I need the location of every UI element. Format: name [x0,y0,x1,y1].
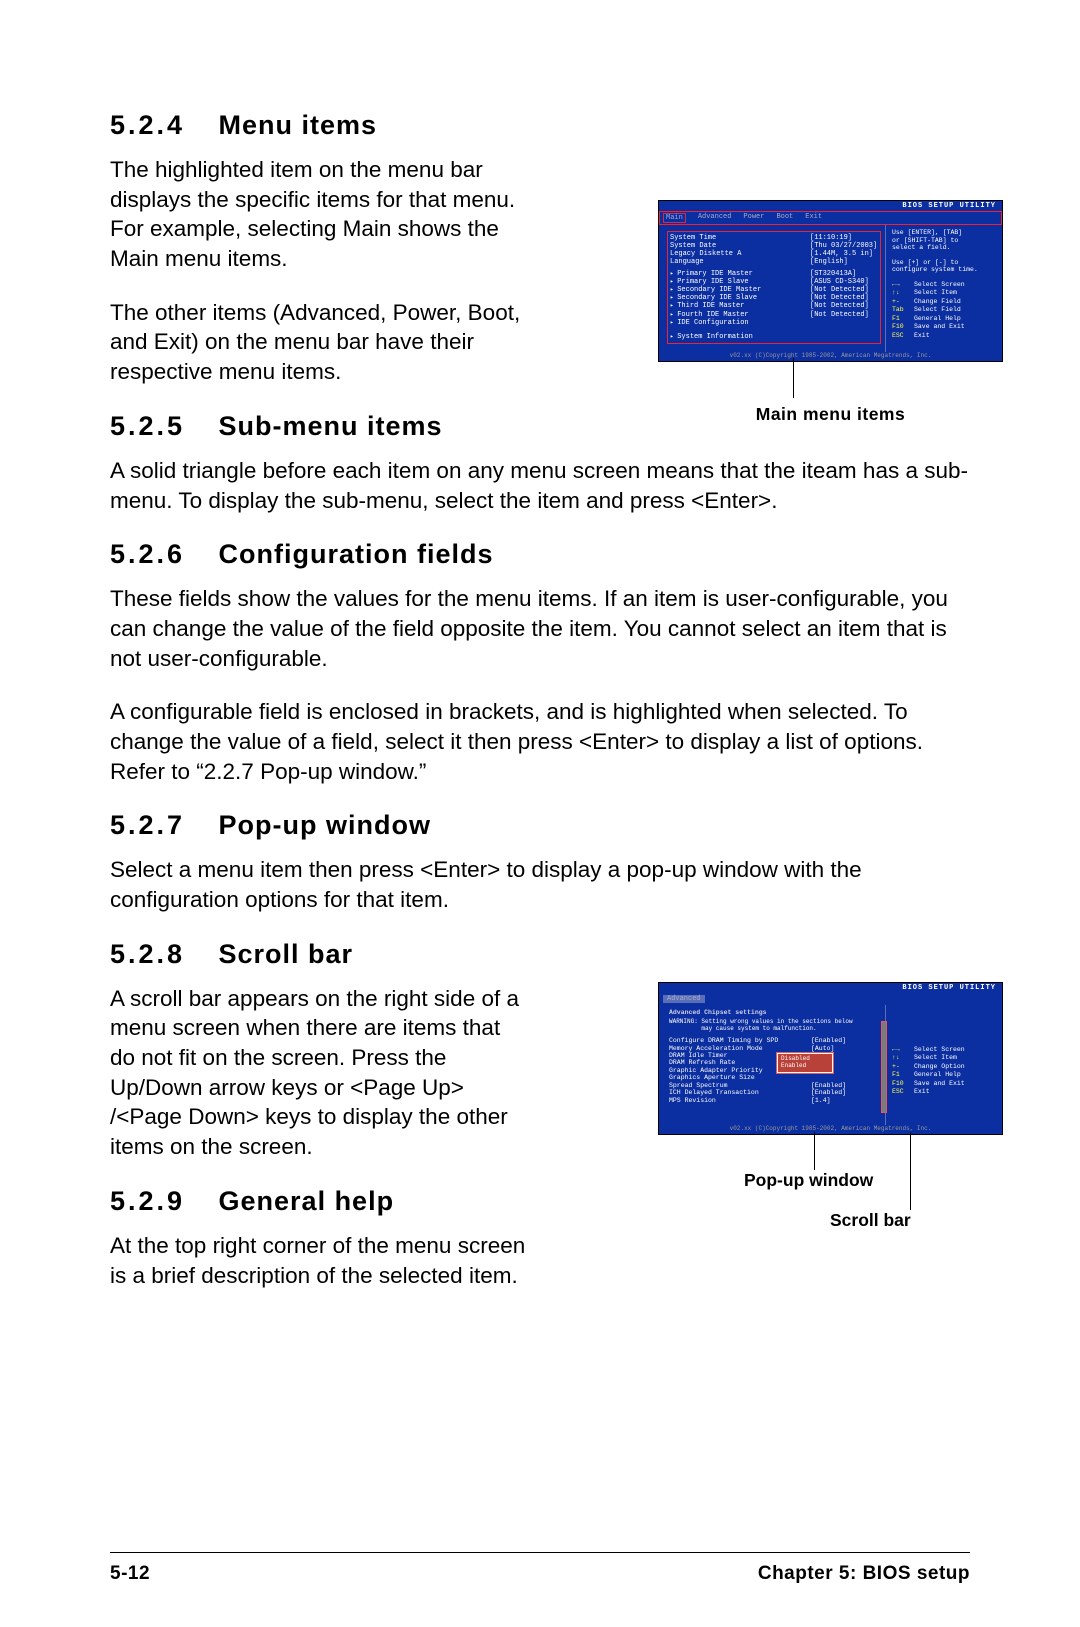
bios-help-pane: Use [ENTER], [TAB] or [SHIFT-TAB] to sel… [885,225,1002,352]
page-number: 5-12 [110,1563,150,1585]
bios-title: BIOS SETUP UTILITY [659,201,1002,211]
bios-tab-active: Advanced [663,995,705,1003]
help-text: Use [ENTER], [TAB] or [SHIFT-TAB] to sel… [892,229,996,274]
paragraph: The other items (Advanced, Power, Boot, … [110,298,530,387]
bios-tab: Boot [776,213,793,223]
paragraph: A solid triangle before each item on any… [110,456,970,515]
heading-num: 5.2.8 [110,939,210,970]
callout-line [793,358,794,398]
paragraph: These fields show the values for the men… [110,584,970,673]
bios-tab: Main [663,213,686,223]
warning-text: WARNING: Setting wrong values in the sec… [669,1019,879,1033]
heading-title: Pop-up window [219,810,431,840]
panel-heading: Advanced Chipset settings [669,1009,879,1016]
bios-tab: Power [743,213,764,223]
bios-footer: v02.xx (C)Copyright 1985-2002, American … [659,352,1002,361]
paragraph: A configurable field is enclosed in brac… [110,697,970,786]
heading-title: Configuration fields [219,539,494,569]
heading-527: 5.2.7 Pop-up window [110,810,970,841]
paragraph: A scroll bar appears on the right side o… [110,984,530,1162]
page-content: 5.2.4 Menu items The highlighted item on… [110,110,970,1314]
figure-popup-scrollbar: BIOS SETUP UTILITY Advanced Advanced Chi… [658,982,1003,1135]
bios-footer: v02.xx (C)Copyright 1985-2002, American … [659,1125,1002,1134]
bios-left-pane: Advanced Chipset settings WARNING: Setti… [659,1005,885,1125]
bios-tab: Exit [805,213,822,223]
scrollbar-highlight [881,1021,887,1113]
paragraph: Select a menu item then press <Enter> to… [110,855,970,914]
figure-main-menu: BIOS SETUP UTILITY Main Advanced Power B… [658,200,1003,425]
page-footer: 5-12 Chapter 5: BIOS setup [110,1552,970,1585]
chapter-label: Chapter 5: BIOS setup [758,1563,970,1585]
highlight-box: System Time[11:10:19] System Date[Thu 03… [667,231,881,344]
figure-caption: Main menu items [658,404,1003,425]
heading-title: General help [219,1186,395,1216]
heading-num: 5.2.7 [110,810,210,841]
heading-526: 5.2.6 Configuration fields [110,539,970,570]
callout-line [910,1132,911,1210]
heading-num: 5.2.9 [110,1186,210,1217]
bios-title: BIOS SETUP UTILITY [659,983,1002,993]
heading-524: 5.2.4 Menu items [110,110,970,141]
heading-num: 5.2.4 [110,110,210,141]
bios-menubar: Main Advanced Power Boot Exit [659,211,1002,225]
figure-caption-popup: Pop-up window [744,1170,873,1191]
heading-title: Menu items [219,110,378,140]
heading-title: Scroll bar [219,939,354,969]
paragraph: The highlighted item on the menu bar dis… [110,155,530,274]
bios-body: System Time[11:10:19] System Date[Thu 03… [659,225,1002,352]
bios-tab: Advanced [698,213,732,223]
bios-menubar: Advanced [659,993,1002,1005]
heading-title: Sub-menu items [219,411,443,441]
bios-help-pane: ←→Select Screen ↑↓Select Item +-Change O… [885,1005,1002,1125]
bios-body: Advanced Chipset settings WARNING: Setti… [659,1005,1002,1125]
bios-screenshot: BIOS SETUP UTILITY Advanced Advanced Chi… [658,982,1003,1135]
heading-528: 5.2.8 Scroll bar [110,939,970,970]
callout-line [814,1132,815,1170]
bios-left-pane: System Time[11:10:19] System Date[Thu 03… [659,225,885,352]
figure-caption-scrollbar: Scroll bar [830,1210,911,1231]
heading-num: 5.2.5 [110,411,210,442]
heading-num: 5.2.6 [110,539,210,570]
paragraph: At the top right corner of the menu scre… [110,1231,530,1290]
popup-window: Disabled Enabled [777,1053,833,1073]
popup-option: Enabled [781,1063,829,1070]
bios-screenshot: BIOS SETUP UTILITY Main Advanced Power B… [658,200,1003,362]
